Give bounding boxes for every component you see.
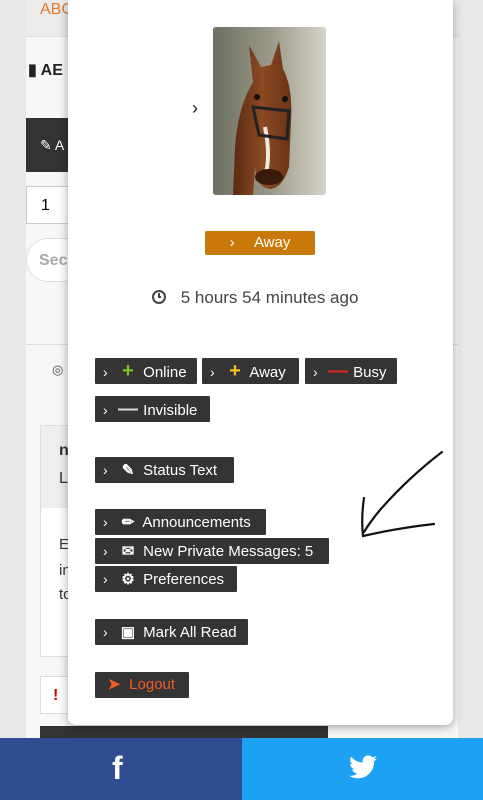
plus-icon: + (229, 360, 241, 382)
current-status-badge[interactable]: › Away (205, 231, 315, 255)
private-messages-button[interactable]: › ✉ New Private Messages: 5 (95, 538, 329, 564)
pencil-icon: ✏ (121, 514, 135, 531)
chevron-right-icon: › (103, 364, 108, 380)
background-card-subtitle: L (59, 470, 68, 487)
current-status-label: Away (253, 234, 291, 251)
twitter-icon (349, 755, 377, 779)
background-page-title: ▮ AE (28, 62, 63, 79)
logout-button[interactable]: ➤ Logout (95, 672, 189, 698)
status-online-label: Online (143, 364, 187, 381)
preferences-label: Preferences (143, 571, 225, 588)
chevron-right-icon: › (210, 364, 215, 380)
twitter-share-button[interactable] (242, 738, 483, 800)
status-text-button[interactable]: › ✎ Status Text (95, 457, 234, 483)
background-page-input[interactable]: 1 (26, 186, 70, 224)
edit-icon: ✎ (121, 462, 135, 479)
chevron-right-icon: › (313, 364, 318, 380)
edit-icon: ✎ (40, 137, 52, 153)
sign-out-icon: ➤ (107, 676, 121, 693)
last-seen: 5 hours 54 minutes ago (152, 288, 358, 308)
private-messages-label: New Private Messages: 5 (143, 543, 314, 560)
facebook-icon: f (112, 750, 123, 786)
inbox-icon: ▣ (120, 624, 136, 641)
status-text-label: Status Text (143, 462, 218, 479)
status-away-label: Away (249, 364, 286, 381)
status-online-button[interactable]: › + Online (95, 358, 197, 384)
preferences-button[interactable]: › ⚙ Preferences (95, 566, 237, 592)
handwritten-arrow (361, 450, 444, 538)
chevron-right-icon[interactable]: › (192, 98, 198, 119)
chevron-right-icon: › (103, 571, 108, 587)
minus-icon: — (328, 360, 348, 382)
status-busy-label: Busy (353, 364, 387, 381)
status-away-button[interactable]: › + Away (202, 358, 299, 384)
envelope-icon: ✉ (121, 543, 135, 560)
announcements-button[interactable]: › ✏ Announcements (95, 509, 266, 535)
share-bar: f (0, 738, 483, 800)
last-seen-text: 5 hours 54 minutes ago (180, 288, 359, 307)
compass-icon: ◎ (52, 362, 64, 377)
clock-icon (152, 290, 166, 304)
chevron-right-icon: › (103, 543, 108, 559)
background-bottom-buttons (40, 726, 328, 738)
minus-icon: — (118, 398, 138, 420)
logout-label: Logout (129, 676, 176, 693)
mark-all-read-label: Mark All Read (143, 624, 237, 641)
chevron-right-icon: › (103, 624, 108, 640)
announcements-label: Announcements (142, 514, 251, 531)
horse-photo (213, 27, 326, 195)
chevron-right-icon: › (103, 462, 108, 478)
plus-icon: + (122, 360, 134, 382)
avatar[interactable] (213, 27, 326, 195)
chevron-right-icon: › (103, 402, 108, 418)
mark-all-read-button[interactable]: › ▣ Mark All Read (95, 619, 248, 645)
status-busy-button[interactable]: › — Busy (305, 358, 397, 384)
gear-icon: ⚙ (121, 571, 135, 588)
chevron-right-icon: › (103, 514, 108, 530)
status-invisible-button[interactable]: › — Invisible (95, 396, 210, 422)
facebook-share-button[interactable]: f (0, 738, 242, 800)
document-icon: ▮ (28, 62, 37, 79)
chevron-right-icon: › (229, 234, 235, 251)
status-invisible-label: Invisible (143, 402, 198, 419)
